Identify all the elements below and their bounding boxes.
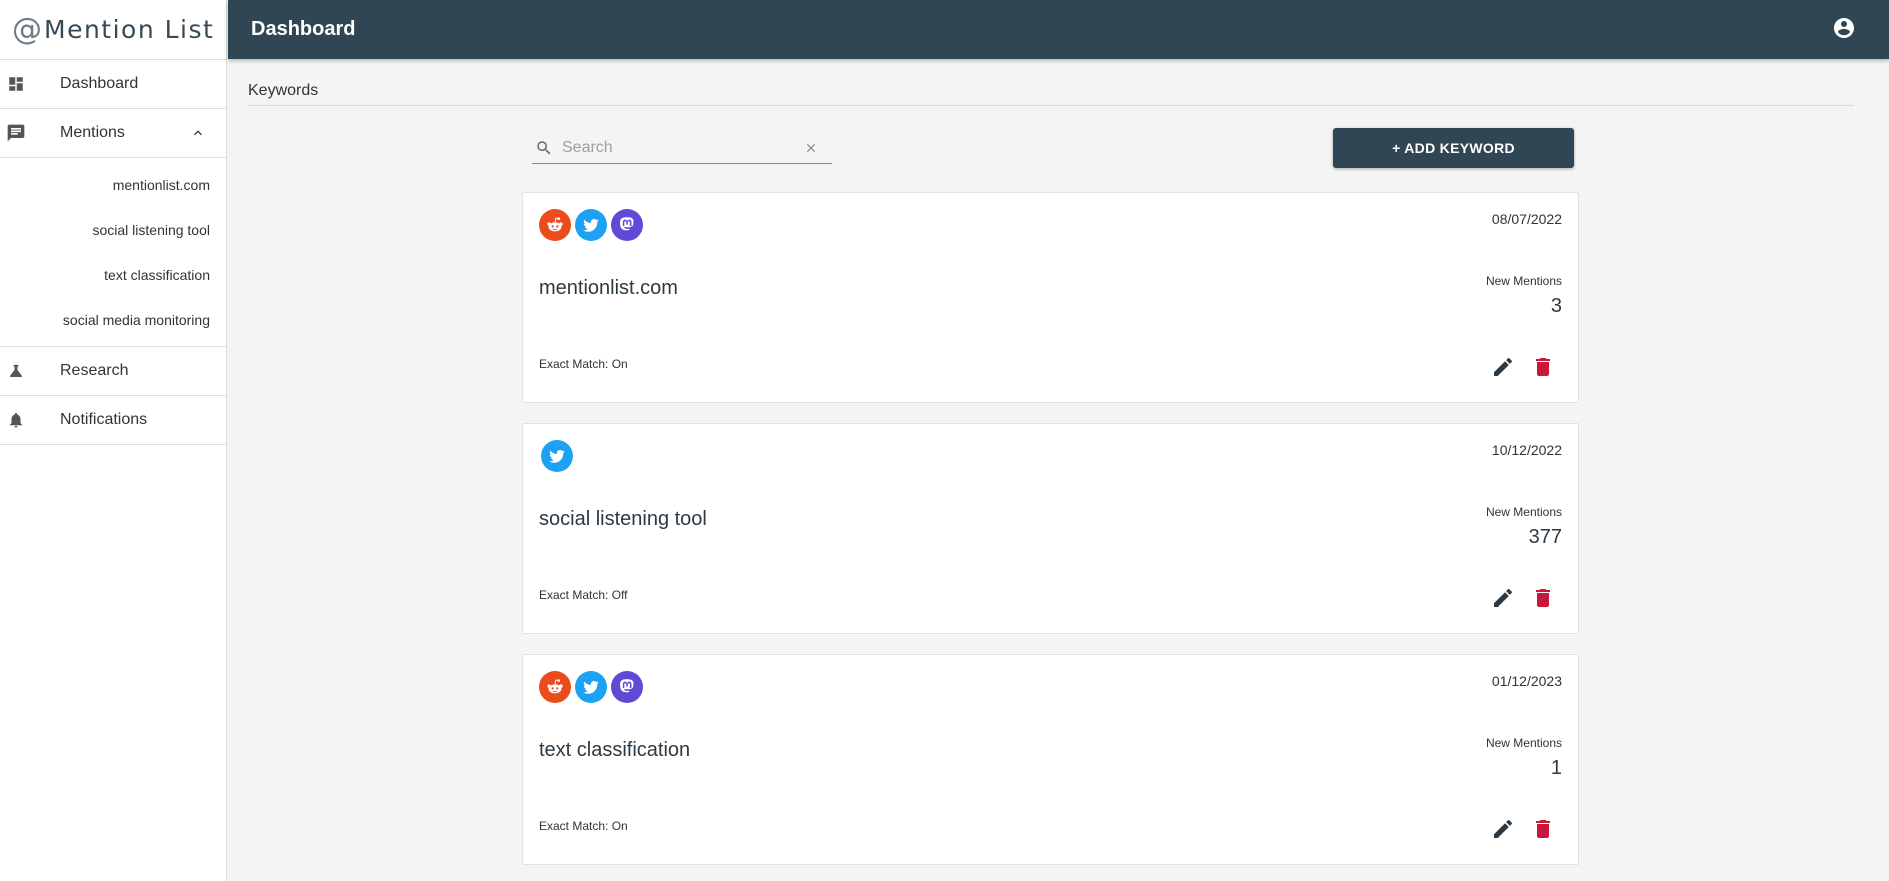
new-mentions-count: 377 xyxy=(1528,526,1562,548)
search-input[interactable] xyxy=(562,139,792,157)
chevron-up-icon[interactable] xyxy=(190,125,206,141)
keyword-card: 10/12/2022 social listening tool New Men… xyxy=(522,423,1579,634)
new-mentions-label: New Mentions xyxy=(1485,736,1562,750)
new-mentions-label: New Mentions xyxy=(1485,274,1562,288)
search-field xyxy=(532,133,832,164)
sidebar-item-mentions[interactable]: Mentions xyxy=(0,109,226,158)
keyword-card: 01/12/2023 text classification New Menti… xyxy=(522,654,1579,865)
sidebar-item-label: Research xyxy=(60,362,129,379)
flask-icon xyxy=(6,361,26,381)
chat-icon xyxy=(6,123,26,143)
new-mentions-count: 3 xyxy=(1550,295,1562,317)
section-header: Keywords xyxy=(248,82,1854,106)
exact-match-status: Exact Match: On xyxy=(539,357,628,371)
section-title: Keywords xyxy=(248,82,319,99)
edit-icon[interactable] xyxy=(1491,355,1515,379)
twitter-icon xyxy=(541,440,573,472)
exact-match-status: Exact Match: On xyxy=(539,819,628,833)
source-icons xyxy=(539,671,643,703)
sidebar-item-label: Mentions xyxy=(60,124,125,141)
keyword-date: 08/07/2022 xyxy=(1491,211,1562,227)
source-icons xyxy=(539,209,643,241)
sidebar: @ Mention List Dashboard Mentions mentio… xyxy=(0,0,227,881)
submenu-item-social-media-monitoring[interactable]: social media monitoring xyxy=(0,297,226,342)
keyword-date: 10/12/2022 xyxy=(1491,442,1562,458)
mentions-submenu: mentionlist.com social listening tool te… xyxy=(0,158,226,347)
keyword-title[interactable]: text classification xyxy=(539,739,690,762)
sidebar-item-label: Dashboard xyxy=(60,75,139,92)
reddit-icon xyxy=(539,209,571,241)
logo[interactable]: @ Mention List xyxy=(0,0,226,60)
keyword-date: 01/12/2023 xyxy=(1491,673,1562,689)
twitter-icon xyxy=(575,209,607,241)
logo-at-symbol: @ xyxy=(12,11,42,47)
edit-icon[interactable] xyxy=(1491,586,1515,610)
sidebar-item-notifications[interactable]: Notifications xyxy=(0,396,226,445)
keyword-title[interactable]: social listening tool xyxy=(539,508,707,531)
reddit-icon xyxy=(539,671,571,703)
delete-icon[interactable] xyxy=(1531,355,1555,379)
bell-icon xyxy=(6,410,26,430)
mastodon-icon xyxy=(611,671,643,703)
keyword-card: 08/07/2022 mentionlist.com New Mentions … xyxy=(522,192,1579,403)
submenu-item-social-listening-tool[interactable]: social listening tool xyxy=(0,207,226,252)
logo-text: Mention List xyxy=(44,15,215,44)
edit-icon[interactable] xyxy=(1491,817,1515,841)
account-circle-icon[interactable] xyxy=(1832,16,1856,40)
new-mentions-count: 1 xyxy=(1550,757,1562,779)
source-icons xyxy=(539,440,573,472)
page-title: Dashboard xyxy=(251,18,356,40)
dashboard-icon xyxy=(6,74,26,94)
twitter-icon xyxy=(575,671,607,703)
mastodon-icon xyxy=(611,209,643,241)
submenu-item-mentionlist[interactable]: mentionlist.com xyxy=(0,162,226,207)
sidebar-item-research[interactable]: Research xyxy=(0,347,226,396)
submenu-item-text-classification[interactable]: text classification xyxy=(0,252,226,297)
add-keyword-button[interactable]: + ADD KEYWORD xyxy=(1333,128,1574,168)
new-mentions-label: New Mentions xyxy=(1485,505,1562,519)
keyword-title[interactable]: mentionlist.com xyxy=(539,277,678,300)
exact-match-status: Exact Match: Off xyxy=(539,588,628,602)
sidebar-item-label: Notifications xyxy=(60,411,148,428)
top-app-bar: Dashboard xyxy=(228,0,1889,59)
search-icon xyxy=(535,139,553,157)
delete-icon[interactable] xyxy=(1531,817,1555,841)
sidebar-item-dashboard[interactable]: Dashboard xyxy=(0,60,226,109)
close-icon[interactable] xyxy=(804,141,818,155)
delete-icon[interactable] xyxy=(1531,586,1555,610)
